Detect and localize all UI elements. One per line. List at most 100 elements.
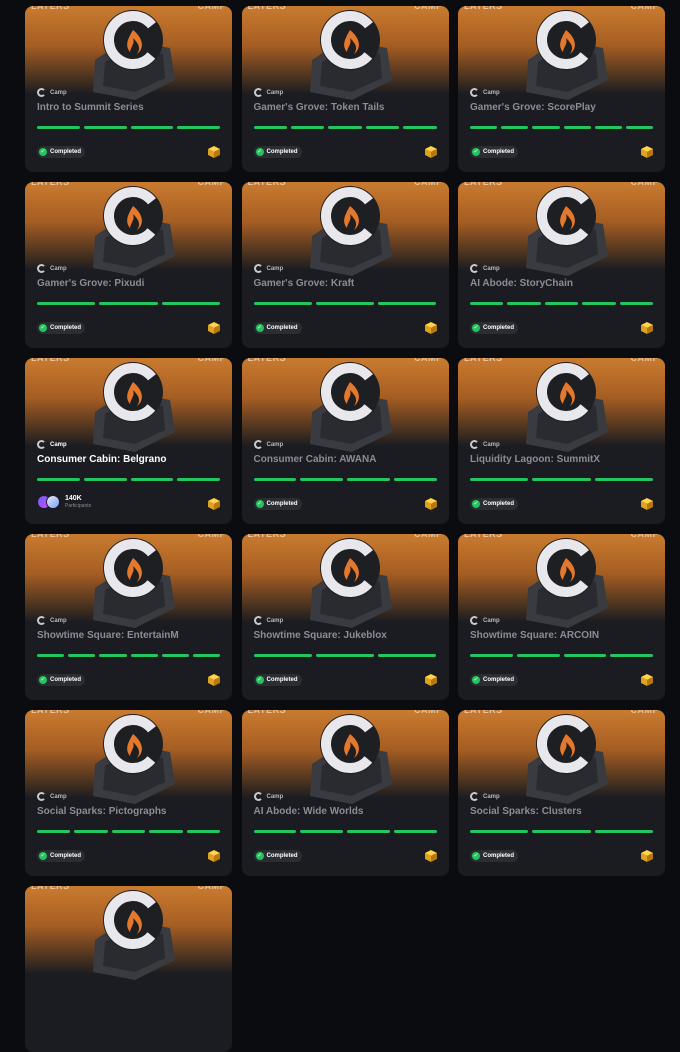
progress-segment	[300, 830, 343, 833]
cube-icon	[641, 850, 653, 862]
banner-camp-tag: CAMP	[414, 358, 443, 363]
quest-card[interactable]: LAYERS CAMP Camp Gamer's Grove: Token Ta…	[241, 6, 449, 172]
status-text: Completed	[50, 325, 82, 331]
banner-layers-tag: LAYERS	[31, 710, 70, 715]
progress-bar	[37, 302, 220, 305]
camp-source: Camp	[253, 264, 283, 273]
progress-segment	[470, 126, 498, 129]
status-badge: ✓ Completed	[470, 850, 519, 862]
camp-label: Camp	[50, 441, 67, 448]
status-badge: ✓ Completed	[253, 322, 302, 334]
banner-camp-tag: CAMP	[414, 6, 443, 11]
quest-card[interactable]: LAYERS CAMP Camp Gamer's Grove: ScorePla…	[458, 6, 665, 172]
banner-camp-tag: CAMP	[197, 710, 226, 715]
cube-icon	[208, 674, 220, 686]
progress-segment	[328, 126, 362, 129]
status-badge: ✓ Completed	[253, 850, 302, 862]
camp-logo-art-icon	[309, 10, 392, 100]
card-title: AI Abode: Wide Worlds	[253, 806, 364, 817]
progress-segment	[37, 302, 96, 305]
card-title: Gamer's Grove: Kraft	[253, 278, 355, 289]
check-icon: ✓	[472, 324, 480, 332]
quest-card[interactable]: LAYERS CAMP Camp Liquidity Lagoon: Summi…	[458, 358, 665, 524]
progress-segment	[130, 654, 158, 657]
banner-camp-tag: CAMP	[414, 182, 443, 187]
progress-segment	[582, 302, 616, 305]
camp-label: Camp	[483, 265, 500, 272]
quest-card[interactable]: LAYERS CAMP Camp AI Abode: Wide Worlds ✓…	[241, 710, 449, 876]
progress-segment	[365, 126, 400, 129]
status-badge: ✓ Completed	[470, 146, 519, 158]
progress-segment	[516, 654, 560, 657]
status-text: Completed	[266, 501, 298, 507]
progress-segment	[37, 478, 80, 481]
quest-card[interactable]: LAYERS CAMP Camp Showtime Square: Jukebl…	[241, 534, 449, 700]
progress-segment	[563, 654, 607, 657]
card-title: Gamer's Grove: Pixudi	[37, 278, 145, 289]
camp-source: Camp	[253, 88, 284, 97]
camp-source: Camp	[470, 264, 500, 273]
progress-bar	[470, 302, 654, 305]
status-badge: ✓ Completed	[470, 498, 519, 510]
quest-card[interactable]: LAYERS CAMP Camp Gamer's Grove: Kraft ✓ …	[241, 182, 449, 348]
progress-segment	[470, 830, 529, 833]
quest-card[interactable]: LAYERS CAMP Camp Gamer's Grove: Pixudi ✓…	[25, 182, 232, 348]
progress-segment	[83, 126, 127, 129]
camp-logo-art-icon	[93, 186, 175, 276]
progress-segment	[177, 478, 220, 481]
progress-segment	[68, 654, 96, 657]
check-icon: ✓	[255, 676, 264, 684]
card-title: Gamer's Grove: Token Tails	[253, 102, 385, 113]
camp-logo-icon	[37, 88, 46, 97]
banner-camp-tag: CAMP	[197, 182, 226, 187]
progress-segment	[253, 126, 287, 129]
progress-bar	[470, 126, 654, 129]
banner-layers-tag: LAYERS	[247, 710, 287, 715]
progress-segment	[625, 126, 654, 129]
camp-logo-art-icon	[93, 714, 175, 804]
banner-layers-tag: LAYERS	[247, 534, 287, 539]
quest-card[interactable]: LAYERS CAMP Camp AI Abode: StoryChain ✓ …	[458, 182, 665, 348]
banner-layers-tag: LAYERS	[31, 534, 70, 539]
card-banner: LAYERS CAMP	[25, 6, 232, 100]
progress-segment	[37, 126, 80, 129]
banner-camp-tag: CAMP	[197, 6, 226, 11]
banner-layers-tag: LAYERS	[464, 358, 503, 363]
cube-icon	[424, 674, 437, 686]
progress-segment	[149, 830, 183, 833]
camp-logo-icon	[253, 440, 263, 449]
progress-segment	[253, 830, 297, 833]
check-icon: ✓	[39, 852, 47, 860]
camp-logo-art-icon	[93, 538, 175, 628]
quest-card[interactable]: LAYERS CAMP Camp Consumer Cabin: AWANA ✓…	[241, 358, 449, 524]
progress-segment	[315, 302, 375, 305]
progress-segment	[192, 654, 221, 657]
camp-label: Camp	[266, 89, 284, 96]
camp-logo-art-icon	[93, 10, 175, 100]
check-icon: ✓	[255, 324, 264, 332]
card-title: Social Sparks: Pictographs	[37, 806, 167, 817]
progress-bar	[253, 302, 437, 305]
card-banner: LAYERS CAMP	[25, 182, 232, 276]
banner-camp-tag: CAMP	[197, 534, 226, 539]
camp-source: Camp	[37, 616, 67, 625]
progress-segment	[99, 654, 127, 657]
status-text: Completed	[50, 853, 82, 859]
quest-card[interactable]: LAYERS CAMP Camp Social Sparks: Pictogra…	[25, 710, 232, 876]
quest-card[interactable]: LAYERS CAMP Camp Consumer Cabin: Belgran…	[25, 358, 232, 524]
camp-label: Camp	[50, 793, 67, 800]
progress-segment	[74, 830, 108, 833]
progress-bar	[37, 478, 220, 481]
quest-card[interactable]: LAYERS CAMP Camp Intro to Summit Series …	[25, 6, 232, 172]
quest-card[interactable]: LAYERS CAMP Camp Showtime Square: Entert…	[25, 534, 232, 700]
progress-segment	[111, 830, 146, 833]
quest-card[interactable]: LAYERS CAMP Camp Social Sparks: Clusters…	[458, 710, 665, 876]
quest-card[interactable]: LAYERS CAMP Camp Showtime Square: ARCOIN…	[458, 534, 665, 700]
quest-card[interactable]: LAYERS CAMP	[25, 886, 232, 1052]
cube-icon	[424, 498, 437, 510]
card-banner: LAYERS CAMP	[25, 886, 232, 980]
card-title: Showtime Square: EntertainM	[37, 630, 179, 641]
progress-segment	[253, 478, 297, 481]
progress-segment	[393, 830, 437, 833]
progress-segment	[290, 126, 325, 129]
